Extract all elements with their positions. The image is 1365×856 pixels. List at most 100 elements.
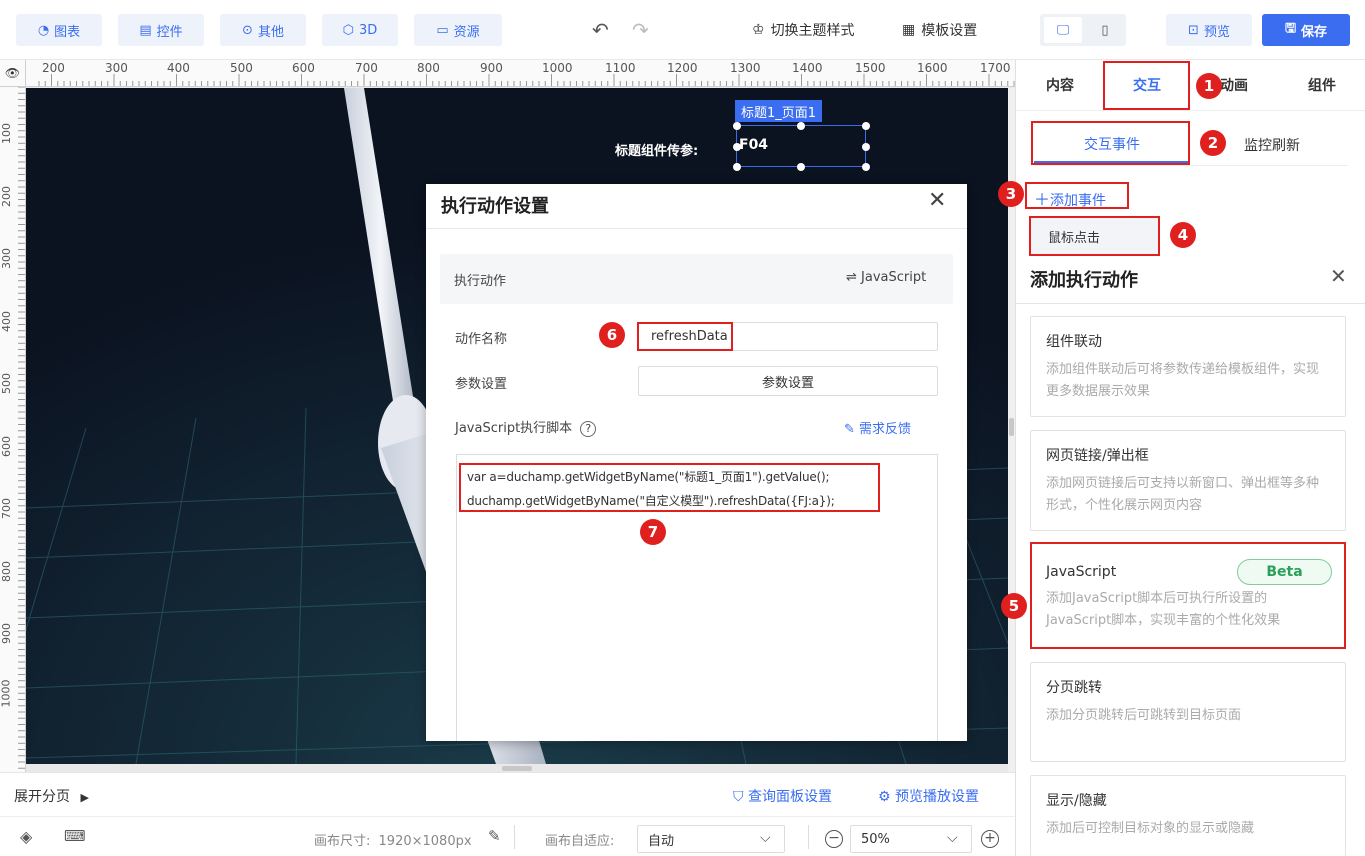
query-panel-button[interactable]: ⛉ 查询面板设置	[733, 786, 832, 806]
desktop-icon[interactable]: 🖵	[1044, 17, 1082, 43]
subtab-monitor-refresh[interactable]: 监控刷新	[1212, 127, 1332, 163]
save-icon: 🖫	[1284, 21, 1297, 36]
edit-icon: ✎	[844, 422, 860, 437]
cube-icon: ⬡	[342, 22, 355, 38]
highlight-action-name	[637, 322, 733, 351]
highlight-javascript-card	[1030, 542, 1346, 649]
caret-right-icon: ▶	[80, 791, 89, 804]
chart-icon: ◔	[37, 22, 50, 38]
annotation-badge: 6	[599, 322, 625, 348]
highlight-add-event	[1025, 182, 1129, 209]
param-settings-label: 参数设置	[455, 377, 508, 392]
divider	[514, 825, 515, 849]
keyboard-icon[interactable]: ⌨	[64, 827, 86, 845]
template-settings-button[interactable]: ▦ 模板设置	[902, 14, 977, 46]
divider	[808, 825, 809, 849]
adapt-select[interactable]: 自动 ⌵	[637, 825, 785, 853]
exec-action-row: 执行动作 ⇌ JavaScript	[440, 254, 953, 304]
canvas-status-bar: ◈ ⌨ 画布尺寸: 1920×1080px ✎ 画布自适应: 自动 ⌵ − 50…	[0, 816, 1015, 856]
redo-icon[interactable]: ↷	[632, 14, 649, 46]
filter-icon: ⛉	[733, 789, 748, 805]
annotation-badge: 7	[640, 519, 666, 545]
resize-handle[interactable]	[862, 122, 870, 130]
param-label: 标题组件传参:	[615, 144, 699, 159]
device-switch: 🖵 ▯	[1040, 14, 1126, 46]
swap-icon: ⇌	[846, 270, 862, 285]
scrollbar-thumb[interactable]	[1009, 418, 1014, 436]
divider	[1034, 165, 1348, 166]
help-icon[interactable]: ?	[580, 421, 597, 437]
ruler-top: 200 300 400 500 600 700 800 900 1000 110…	[26, 60, 1015, 87]
horizontal-scrollbar[interactable]	[26, 764, 1008, 772]
resize-handle[interactable]	[797, 163, 805, 171]
widget-value: F04	[739, 137, 769, 153]
undo-icon[interactable]: ↶	[592, 14, 609, 46]
expand-pages-toggle[interactable]: 展开分页 ▶	[14, 786, 89, 806]
card-show-hide[interactable]: 显示/隐藏 添加后可控制目标对象的显示或隐藏	[1030, 775, 1346, 856]
chevron-down-icon: ⌵	[947, 830, 958, 846]
resize-handle[interactable]	[733, 143, 741, 151]
gear-icon: ⚙	[878, 789, 896, 805]
title-widget[interactable]: F04	[733, 122, 870, 171]
tab-content[interactable]: 内容	[1016, 60, 1104, 110]
layers-icon[interactable]: ◈	[20, 827, 32, 846]
resize-handle[interactable]	[797, 122, 805, 130]
exec-action-type[interactable]: ⇌ JavaScript	[846, 270, 926, 285]
add-action-header: 添加执行动作 ✕	[1016, 260, 1365, 304]
preview-icon: ⊡	[1188, 22, 1199, 38]
resource-button[interactable]: ▭ 资源	[414, 14, 502, 46]
tab-components[interactable]: 组件	[1278, 60, 1365, 110]
resize-handle[interactable]	[862, 143, 870, 151]
zoom-select[interactable]: 50% ⌵	[850, 825, 972, 853]
card-page-jump[interactable]: 分页跳转 添加分页跳转后可跳转到目标页面	[1030, 662, 1346, 762]
exec-action-label: 执行动作	[454, 274, 507, 289]
widget-button[interactable]: ▤ 控件	[118, 14, 204, 46]
resize-handle[interactable]	[862, 163, 870, 171]
action-name-label: 动作名称	[455, 332, 508, 347]
highlight-interaction-events	[1031, 121, 1190, 165]
card-web-link[interactable]: 网页链接/弹出框 添加网页链接后可支持以新窗口、弹出框等多种形式，个性化展示网页…	[1030, 430, 1346, 531]
resource-icon: ▭	[436, 22, 449, 38]
annotation-badge: 1	[1196, 73, 1222, 99]
resize-handle[interactable]	[733, 163, 741, 171]
ruler-left: 100 200 300 400 500 600 700 800 900 1000	[0, 87, 26, 772]
annotation-badge: 5	[1001, 593, 1027, 619]
resize-handle[interactable]	[733, 122, 741, 130]
top-toolbar: ◔ 图表 ▤ 控件 ⊙ 其他 ⬡ 3D ▭ 资源 ↶ ↷ ♔ 切换主题样式 ▦ …	[0, 0, 1365, 60]
dialog-title: 执行动作设置	[441, 196, 549, 217]
template-icon: ▦	[902, 22, 916, 38]
script-label: JavaScript执行脚本 ?	[455, 417, 597, 437]
preview-play-button[interactable]: ⚙ 预览播放设置	[878, 786, 979, 806]
eye-icon[interactable]: 👁	[0, 60, 26, 87]
param-settings-button[interactable]: 参数设置	[638, 366, 938, 396]
preview-button[interactable]: ⊡ 预览	[1166, 14, 1252, 46]
chart-button[interactable]: ◔ 图表	[16, 14, 102, 46]
canvas-size: 画布尺寸: 1920×1080px	[314, 834, 472, 849]
edit-size-icon[interactable]: ✎	[488, 827, 501, 845]
annotation-badge: 4	[1170, 222, 1196, 248]
annotation-badge: 3	[998, 181, 1024, 207]
divider	[426, 228, 967, 229]
feedback-link[interactable]: ✎ 需求反馈	[844, 418, 911, 437]
3d-button[interactable]: ⬡ 3D	[322, 14, 398, 46]
divider	[1016, 110, 1365, 111]
other-button[interactable]: ⊙ 其他	[220, 14, 306, 46]
close-icon[interactable]: ✕	[1330, 264, 1347, 288]
chevron-down-icon: ⌵	[760, 830, 771, 846]
save-button[interactable]: 🖫 保存	[1262, 14, 1350, 46]
zoom-out-icon[interactable]: −	[825, 830, 843, 848]
scrollbar-thumb[interactable]	[502, 766, 532, 771]
annotation-badge: 2	[1200, 130, 1226, 156]
theme-icon: ♔	[752, 22, 765, 38]
highlight-mouse-click	[1029, 216, 1160, 256]
widget-icon: ▤	[139, 22, 152, 38]
more-icon: ⊙	[242, 22, 253, 38]
mobile-icon[interactable]: ▯	[1088, 17, 1122, 43]
zoom-in-icon[interactable]: +	[981, 830, 999, 848]
page-bar: 展开分页 ▶ ⛉ 查询面板设置 ⚙ 预览播放设置	[0, 772, 1015, 816]
ruler-top-ticks	[38, 74, 1015, 86]
switch-theme-button[interactable]: ♔ 切换主题样式	[752, 14, 855, 46]
card-component-link[interactable]: 组件联动 添加组件联动后可将参数传递给模板组件，实现更多数据展示效果	[1030, 316, 1346, 417]
close-icon[interactable]: ✕	[928, 188, 946, 213]
highlight-interaction-tab	[1103, 61, 1190, 110]
